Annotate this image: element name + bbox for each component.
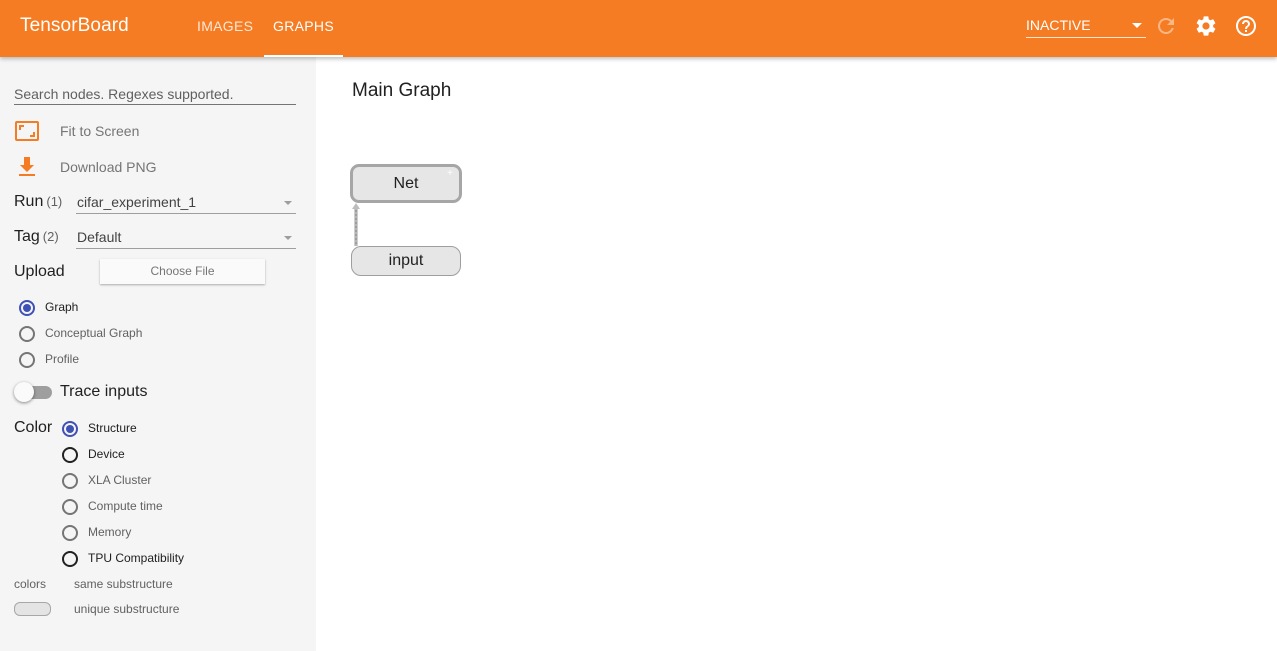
radio-unchecked-icon: [62, 525, 78, 541]
top-app-bar: TensorBoard IMAGES GRAPHS INACTIVE: [0, 0, 1277, 57]
tag-count: (2): [42, 229, 59, 244]
run-select[interactable]: cifar_experiment_1: [76, 192, 296, 214]
graph-node-input[interactable]: input: [351, 246, 461, 276]
legend-unique-substructure: unique substructure: [74, 602, 180, 616]
legend-same-substructure: same substructure: [74, 577, 173, 591]
graph-edge: [352, 203, 360, 246]
color-label: Color: [14, 419, 53, 436]
app-title: TensorBoard: [20, 15, 129, 36]
fit-screen-icon: [14, 119, 40, 143]
radio-unchecked-icon: [62, 447, 78, 463]
graph-controls-sidebar: Search nodes. Regexes supported. Fit to …: [0, 57, 316, 651]
run-status-value: INACTIVE: [1026, 17, 1091, 33]
run-status-select[interactable]: INACTIVE: [1026, 14, 1146, 38]
upload-label: Upload: [14, 263, 65, 280]
radio-checked-icon: [62, 421, 78, 437]
radio-label: TPU Compatibility: [88, 551, 185, 565]
toggle-knob: [14, 382, 34, 402]
radio-unchecked-icon: [62, 551, 78, 567]
radio-label: Memory: [88, 525, 132, 539]
radio-label: Conceptual Graph: [45, 326, 143, 340]
tag-select[interactable]: Default: [76, 227, 296, 249]
chevron-down-icon: [1132, 23, 1142, 28]
choose-file-button[interactable]: Choose File: [100, 259, 265, 284]
help-icon[interactable]: [1234, 14, 1258, 38]
radio-unchecked-icon: [62, 499, 78, 515]
radio-label: Structure: [88, 421, 137, 435]
radio-unchecked-icon: [19, 352, 35, 368]
node-label: Net: [393, 175, 419, 192]
download-png-label: Download PNG: [60, 159, 157, 175]
radio-label: Device: [88, 447, 125, 461]
trace-inputs-label: Trace inputs: [60, 383, 148, 400]
tag-select-value: Default: [77, 229, 122, 245]
reload-icon[interactable]: [1154, 14, 1178, 38]
download-icon: [14, 155, 40, 179]
node-label: input: [388, 252, 424, 269]
search-nodes-input[interactable]: Search nodes. Regexes supported.: [14, 84, 296, 105]
legend-colors-label: colors: [14, 577, 47, 591]
fit-to-screen-label: Fit to Screen: [60, 123, 140, 139]
tab-images[interactable]: IMAGES: [197, 0, 253, 57]
main-graph-title: Main Graph: [352, 80, 452, 101]
run-select-value: cifar_experiment_1: [77, 194, 197, 210]
expand-plus-icon[interactable]: +: [447, 169, 453, 179]
legend-unique-swatch: [14, 602, 51, 616]
tab-graphs[interactable]: GRAPHS: [264, 0, 343, 57]
run-label: Run (1): [14, 193, 63, 210]
radio-label: Profile: [45, 352, 80, 366]
radio-unchecked-icon: [62, 473, 78, 489]
settings-icon[interactable]: [1194, 14, 1218, 38]
run-count: (1): [46, 194, 63, 209]
chevron-down-icon: [284, 201, 292, 205]
trace-inputs-toggle[interactable]: [14, 382, 54, 402]
radio-label: XLA Cluster: [88, 473, 152, 487]
chevron-down-icon: [284, 236, 292, 240]
radio-label: Graph: [45, 300, 79, 314]
radio-label: Compute time: [88, 499, 163, 513]
tag-label: Tag (2): [14, 228, 59, 245]
radio-unchecked-icon: [19, 326, 35, 342]
radio-checked-icon: [19, 300, 35, 316]
graph-node-net[interactable]: Net +: [350, 164, 462, 203]
